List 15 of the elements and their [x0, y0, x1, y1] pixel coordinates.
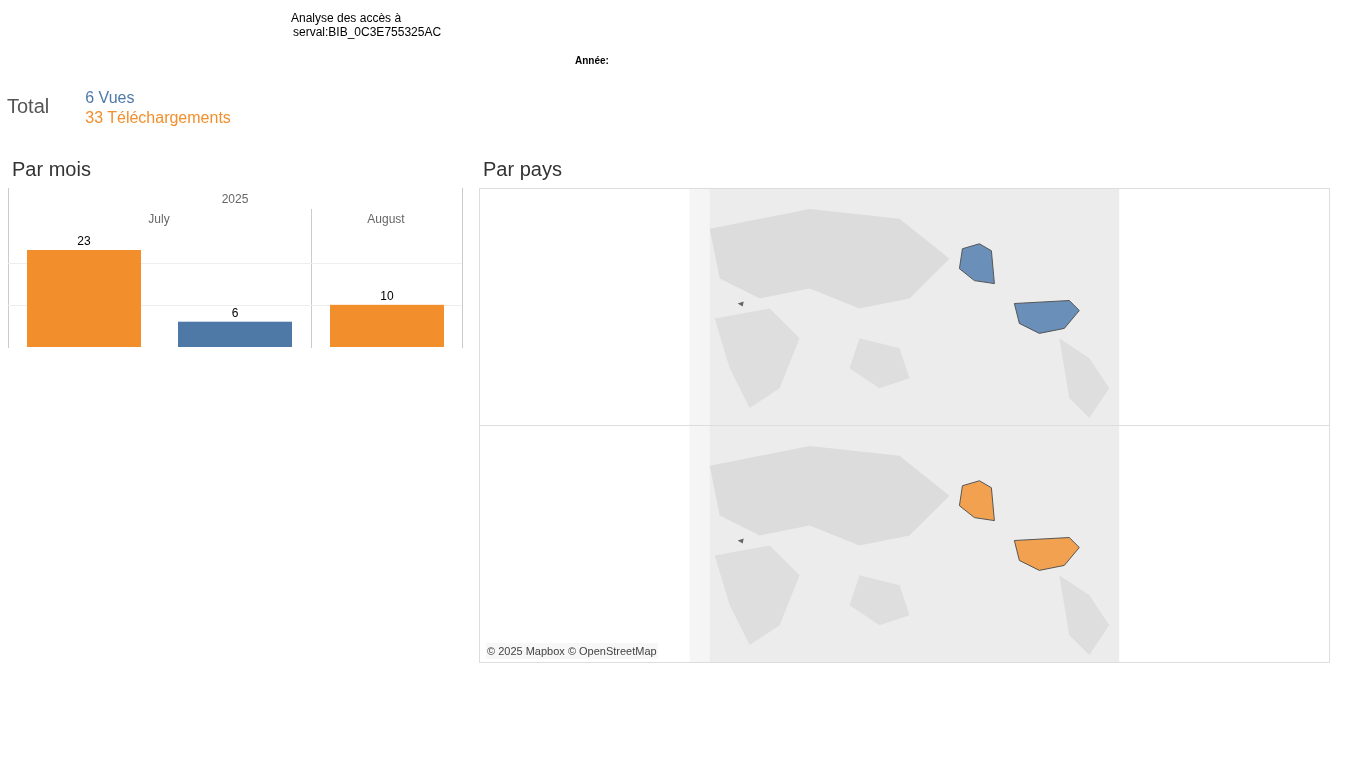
section-title: Par mois	[11, 157, 92, 182]
month-header: August	[367, 212, 405, 226]
bar-value: 23	[77, 234, 91, 248]
map-attribution: © 2025 Mapbox © OpenStreetMap	[486, 642, 658, 659]
total-value: 6 Vues	[85, 88, 136, 108]
report-title: serval:BIB_0C3E755325AC	[292, 25, 443, 39]
total-value: 33 Téléchargements	[85, 108, 231, 128]
bar-value: 6	[231, 305, 239, 320]
month-header: July	[148, 212, 170, 226]
section-title: Par pays	[482, 157, 563, 182]
filter-label: Année:	[575, 55, 609, 66]
year-header: 2025	[221, 192, 249, 206]
bar-value: 10	[380, 288, 394, 303]
total-label: Total	[7, 94, 50, 119]
report-title: Analyse des accès à	[291, 11, 403, 25]
